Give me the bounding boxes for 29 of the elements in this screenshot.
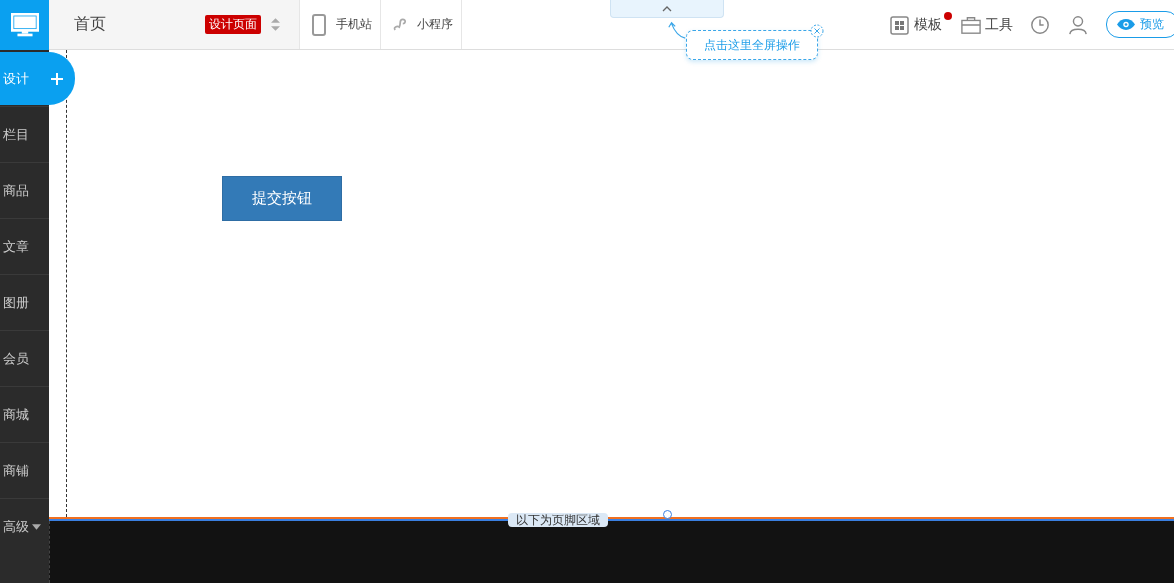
toolbar-button[interactable]: 模板 bbox=[890, 14, 942, 35]
device-tab[interactable]: 手机站 bbox=[300, 0, 381, 49]
close-icon[interactable] bbox=[810, 24, 824, 38]
toolbar-button[interactable]: 工具 bbox=[961, 14, 1013, 35]
phone-icon bbox=[312, 13, 326, 36]
clock-icon[interactable] bbox=[1030, 14, 1050, 35]
device-tab[interactable]: 小程序 bbox=[381, 0, 462, 49]
resize-handle[interactable] bbox=[663, 510, 672, 519]
user-icon[interactable] bbox=[1068, 14, 1088, 35]
hint-arrow bbox=[666, 20, 688, 40]
sort-icon[interactable] bbox=[271, 18, 280, 31]
briefcase-icon bbox=[961, 14, 981, 35]
monitor-icon bbox=[10, 13, 39, 37]
sidebar-item[interactable]: 商品 bbox=[0, 162, 49, 218]
page-badge[interactable]: 设计页面 bbox=[205, 15, 261, 34]
sidebar-item[interactable]: 商城 bbox=[0, 386, 49, 442]
sidebar-item[interactable]: 商铺 bbox=[0, 442, 49, 498]
footer-label: 以下为页脚区域 bbox=[508, 513, 608, 527]
sidebar-item[interactable]: 栏目 bbox=[0, 106, 49, 162]
grid-icon bbox=[890, 14, 910, 35]
eye-icon bbox=[1117, 19, 1135, 30]
page-title: 首页 bbox=[74, 14, 107, 35]
logo-tile[interactable] bbox=[0, 0, 49, 50]
chevron-up-icon bbox=[662, 5, 672, 12]
submit-button[interactable]: 提交按钮 bbox=[222, 176, 342, 221]
sidebar-item[interactable]: 会员 bbox=[0, 330, 49, 386]
plus-icon bbox=[50, 72, 64, 86]
sidebar-item[interactable]: 图册 bbox=[0, 274, 49, 330]
sidebar-item[interactable]: 文章 bbox=[0, 218, 49, 274]
